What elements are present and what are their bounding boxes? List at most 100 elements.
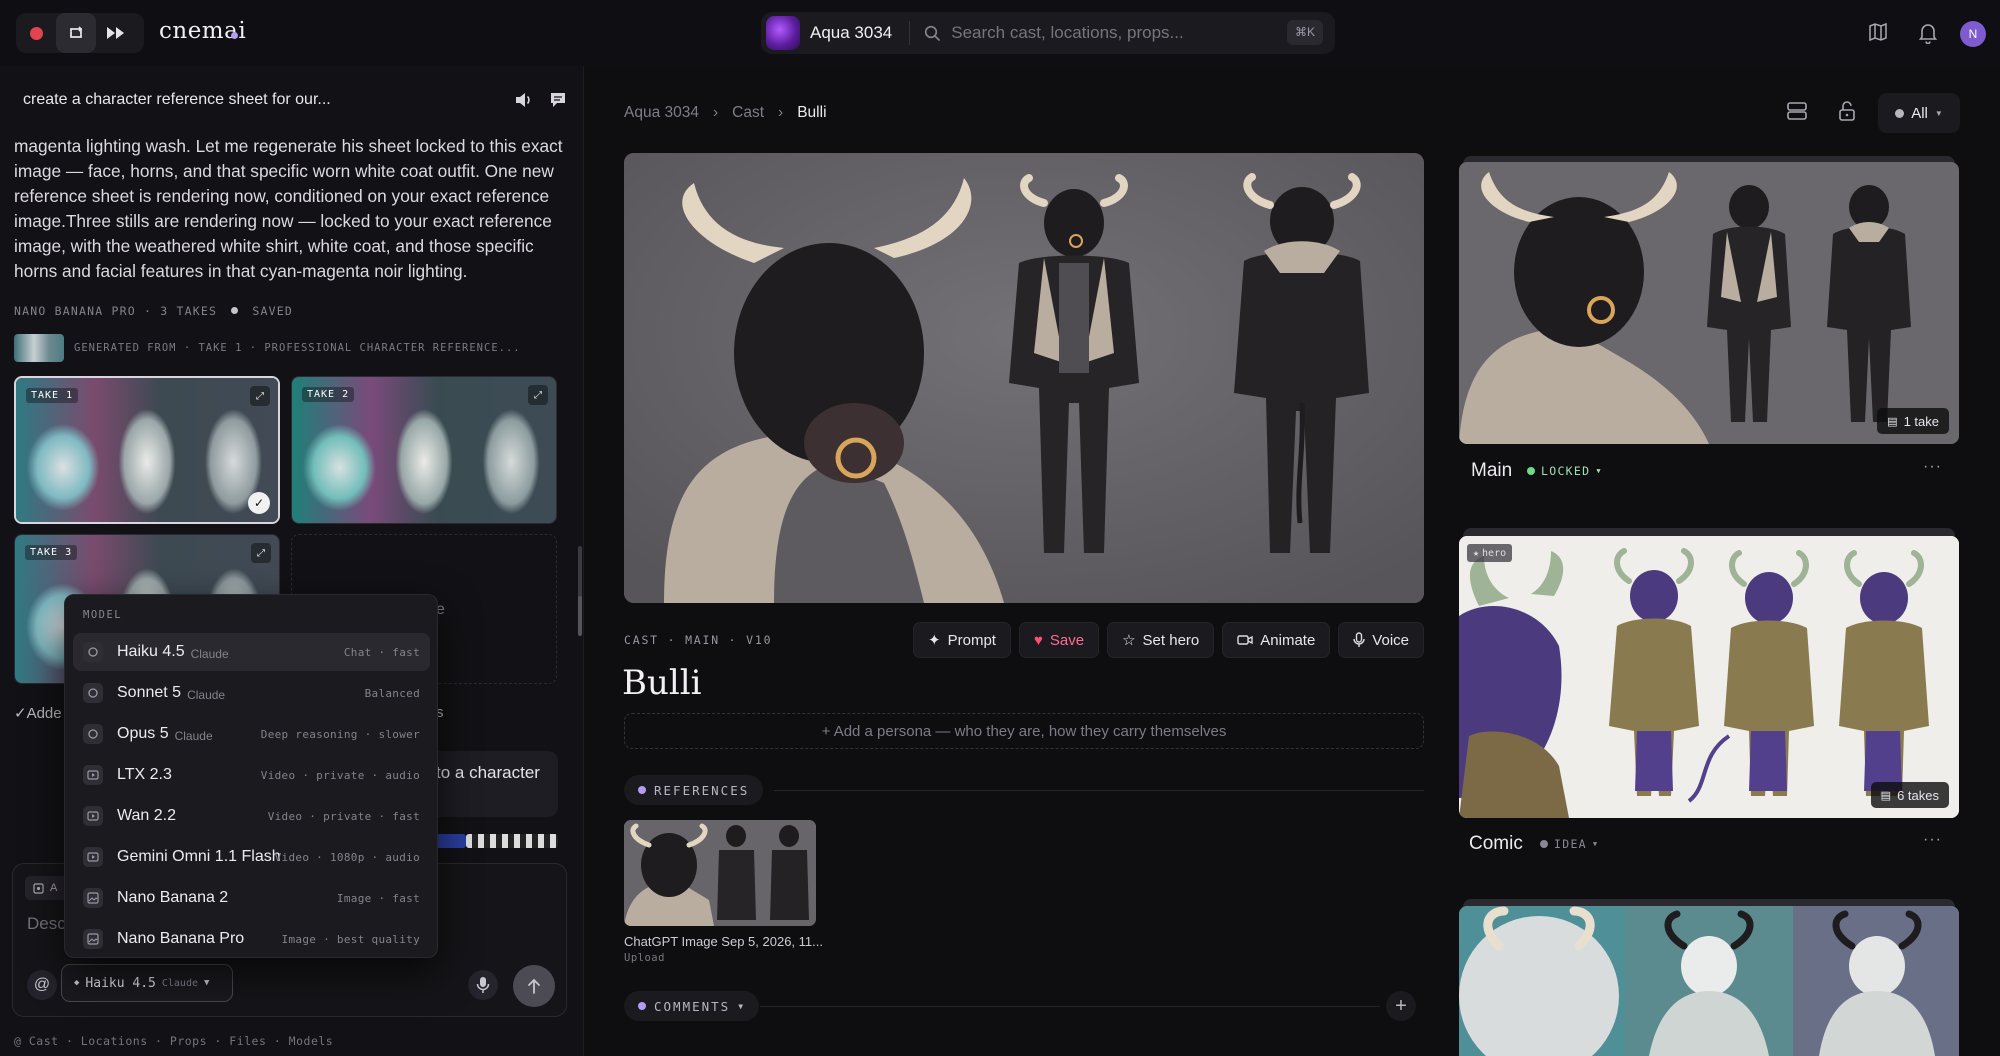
model-option-ltx[interactable]: LTX 2.3 Video · private · audio — [73, 756, 430, 794]
added-status: ✓Adde — [14, 705, 62, 722]
project-search-bar: Aqua 3034 ⌘K — [761, 12, 1335, 54]
project-name[interactable]: Aqua 3034 — [810, 23, 892, 43]
prompt-button[interactable]: ✦ Prompt — [913, 622, 1011, 658]
footer-links[interactable]: @ Cast · Locations · Props · Files · Mod… — [14, 1034, 333, 1048]
user-message-bubble: to a character — [420, 751, 558, 817]
character-sheet-image[interactable] — [624, 153, 1424, 603]
take-count: 1 take — [1903, 413, 1939, 429]
fast-forward-button[interactable] — [96, 13, 136, 53]
generation-info: NANO BANANA PRO · 3 TAKES — [14, 304, 218, 318]
brand-logo[interactable]: cnemai — [159, 18, 246, 44]
attachment-thumbnail[interactable] — [436, 834, 466, 848]
look-title[interactable]: Main — [1471, 460, 1512, 482]
character-meta: CAST · MAIN · V10 — [624, 633, 773, 647]
model-option-nano-banana-2[interactable]: Nano Banana 2 Image · fast — [73, 879, 430, 917]
model-name: Wan 2.2 — [117, 807, 176, 824]
saved-status: SAVED — [252, 304, 293, 318]
expand-icon[interactable]: ⤢ — [251, 543, 271, 563]
send-button[interactable] — [513, 965, 555, 1007]
sparkle-icon: ✦ — [928, 632, 941, 649]
more-options-icon[interactable]: ··· — [1923, 458, 1942, 476]
look-status[interactable]: LOCKED ▼ — [1527, 464, 1602, 478]
model-tags: Chat · fast — [343, 645, 420, 659]
mic-button[interactable] — [468, 970, 498, 1000]
unlock-icon[interactable] — [1837, 100, 1857, 122]
saved-dot — [231, 307, 239, 314]
map-icon[interactable] — [1868, 22, 1888, 42]
take-card-1[interactable]: TAKE 1 ⤢ ✓ — [14, 376, 280, 524]
take-card-2[interactable]: TAKE 2 ⤢ — [291, 376, 557, 524]
chat-bubble-icon[interactable] — [549, 91, 567, 109]
breadcrumb-project[interactable]: Aqua 3034 — [624, 104, 699, 122]
search-icon — [925, 25, 941, 41]
reference-source: Upload — [624, 952, 665, 964]
image-icon — [33, 882, 44, 894]
references-header[interactable]: REFERENCES — [624, 775, 764, 805]
look-status[interactable]: IDEA ▼ — [1540, 837, 1598, 851]
video-icon — [83, 847, 103, 867]
source-thumbnail[interactable] — [14, 334, 64, 362]
save-button[interactable]: ♥ Save — [1018, 622, 1100, 658]
model-option-haiku[interactable]: Haiku 4.5 Claude Chat · fast — [73, 633, 430, 671]
comments-label: COMMENTS — [654, 998, 731, 1014]
look-card-third[interactable] — [1459, 906, 1959, 1056]
reference-thumbnail[interactable] — [624, 820, 816, 926]
set-hero-label: Set hero — [1142, 631, 1200, 649]
attachment-thumbnail[interactable] — [466, 834, 558, 848]
more-options-icon[interactable]: ··· — [1923, 831, 1942, 849]
model-option-opus[interactable]: Opus 5 Claude Deep reasoning · slower — [73, 715, 430, 753]
section-dot — [638, 786, 646, 794]
search-input[interactable] — [951, 23, 1282, 43]
expand-icon[interactable]: ⤢ — [250, 386, 270, 406]
search-shortcut: ⌘K — [1286, 20, 1323, 45]
model-selector[interactable]: ◆ Haiku 4.5 Claude ▼ — [61, 964, 233, 1002]
hero-badge: ★ hero — [1467, 544, 1513, 562]
dropdown-title: MODEL — [83, 609, 123, 621]
breadcrumb-section[interactable]: Cast — [732, 104, 764, 122]
playback-controls — [16, 13, 144, 53]
chevron-right-icon: › — [713, 104, 719, 121]
model-tags: Deep reasoning · slower — [260, 727, 420, 741]
voice-button[interactable]: Voice — [1338, 622, 1424, 658]
take-count-badge: ▤ 1 take — [1877, 408, 1949, 434]
save-label: Save — [1049, 631, 1085, 649]
mention-button[interactable]: @ — [27, 970, 57, 1000]
model-provider: Claude — [190, 646, 229, 661]
character-name[interactable]: Bulli — [622, 663, 702, 703]
look-card-main[interactable]: ▤ 1 take — [1459, 162, 1959, 444]
bell-icon[interactable] — [1918, 22, 1938, 44]
user-avatar[interactable]: N — [1960, 21, 1986, 47]
expand-icon[interactable]: ⤢ — [528, 385, 548, 405]
speaker-icon[interactable] — [514, 91, 533, 109]
project-avatar[interactable] — [766, 16, 800, 50]
animate-button[interactable]: Animate — [1222, 622, 1331, 658]
look-title[interactable]: Comic — [1469, 833, 1523, 855]
look-card-comic[interactable]: ★ hero ▤ 6 takes — [1459, 536, 1959, 818]
look-image — [1459, 536, 1959, 818]
star-icon: ☆ — [1122, 632, 1136, 649]
model-tags: Video · private · fast — [267, 809, 420, 823]
model-option-gemini[interactable]: Gemini Omni 1.1 Flash Video · 1080p · au… — [73, 838, 430, 876]
model-option-sonnet[interactable]: Sonnet 5 Claude Balanced — [73, 674, 430, 712]
divider — [774, 790, 1424, 791]
chevron-down-icon: ▼ — [1596, 467, 1602, 475]
status-dot — [1540, 840, 1548, 848]
message-input[interactable] — [27, 914, 67, 934]
record-button[interactable] — [16, 13, 56, 53]
chevron-right-icon: › — [778, 104, 784, 121]
scrollbar-thumb[interactable] — [578, 596, 582, 636]
model-option-wan[interactable]: Wan 2.2 Video · private · fast — [73, 797, 430, 835]
add-persona-button[interactable]: + Add a persona — who they are, how they… — [624, 713, 1424, 749]
set-hero-button[interactable]: ☆ Set hero — [1107, 622, 1215, 658]
top-bar: cnemai Aqua 3034 ⌘K N — [0, 0, 2000, 66]
layout-icon[interactable] — [1786, 100, 1808, 122]
model-tags: Image · best quality — [281, 932, 420, 946]
comments-header[interactable]: COMMENTS ▼ — [624, 991, 760, 1021]
add-comment-button[interactable]: + — [1386, 991, 1416, 1021]
heart-icon: ♥ — [1033, 631, 1043, 649]
loop-button[interactable] — [56, 13, 96, 53]
model-option-nano-banana-pro[interactable]: Nano Banana Pro Image · best quality — [73, 920, 430, 958]
generated-from: GENERATED FROM · TAKE 1 · PROFESSIONAL C… — [14, 334, 521, 362]
model-tags: Video · 1080p · audio — [274, 850, 420, 864]
filter-dropdown[interactable]: All ▼ — [1878, 93, 1960, 133]
